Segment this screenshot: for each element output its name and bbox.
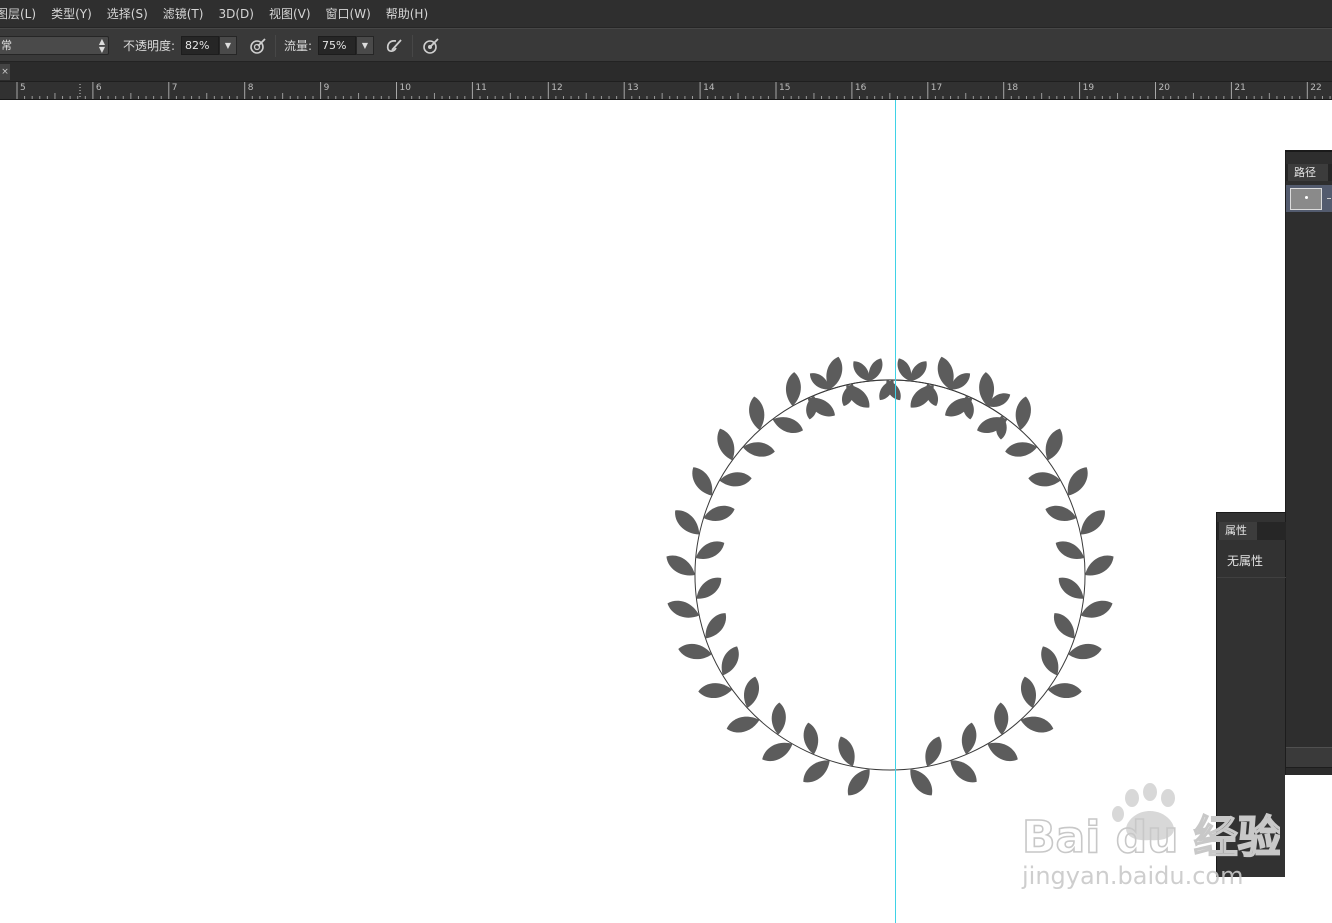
laurel-leaf <box>838 736 855 767</box>
ruler-number: 8 <box>247 83 254 93</box>
paths-panel-header: 路径 <box>1286 164 1332 181</box>
divider <box>275 35 276 57</box>
laurel-leaf <box>705 613 727 639</box>
ruler-number: 10 <box>399 83 411 93</box>
menu-layer[interactable]: 图层(L) <box>0 5 36 22</box>
laurel-leaf <box>1047 683 1082 699</box>
ruler-number: 7 <box>171 83 178 93</box>
horizontal-ruler: 5 6 7 8 9 10 11 12 13 14 15 16 17 18 19 20 21 22 <box>0 82 1332 100</box>
ruler-number: 11 <box>475 83 487 93</box>
path-thumbnail <box>1290 188 1322 210</box>
laurel-leaf <box>719 472 752 487</box>
laurel-leaf <box>847 768 870 796</box>
laurel-leaf <box>717 428 735 461</box>
laurel-leaf <box>1085 555 1114 576</box>
laurel-leaf <box>703 505 735 521</box>
ruler-number: 19 <box>1082 83 1095 93</box>
wreath-stem-right <box>798 379 1086 771</box>
chevron-down-icon: ▼ <box>361 41 369 50</box>
tab-paths[interactable]: 路径 <box>1288 164 1328 181</box>
flow-value: 75% <box>322 39 347 52</box>
ruler-number: 20 <box>1158 83 1170 93</box>
ruler-number: 16 <box>854 83 867 93</box>
path-row-selected[interactable] <box>1286 185 1332 212</box>
ruler-number: 13 <box>627 83 639 93</box>
menu-view[interactable]: 视图(V) <box>269 5 311 22</box>
menu-3d[interactable]: 3D(D) <box>218 7 253 21</box>
laurel-leaf <box>1053 613 1075 639</box>
airbrush-icon[interactable] <box>385 37 403 55</box>
laurel-leaf <box>786 372 801 407</box>
close-icon[interactable]: × <box>0 64 10 80</box>
opacity-value: 82% <box>185 39 210 52</box>
blend-mode-value: 常 <box>1 39 12 52</box>
watermark-url: jingyan.baidu.com <box>1022 862 1244 890</box>
pressure-size-icon[interactable] <box>422 37 440 55</box>
ruler-number: 12 <box>551 83 563 93</box>
laurel-leaf <box>666 555 695 576</box>
menu-window[interactable]: 窗口(W) <box>326 5 371 22</box>
ruler-ticks <box>16 82 1331 99</box>
laurel-leaf <box>994 702 1009 735</box>
pressure-opacity-icon[interactable] <box>249 37 267 55</box>
wreath-stem-left <box>694 379 1003 771</box>
paths-panel: 路径 <box>1285 150 1332 775</box>
laurel-wreath-artwork <box>666 356 1114 796</box>
opacity-dropdown-button[interactable]: ▼ <box>219 36 237 55</box>
document-canvas[interactable] <box>0 100 1332 923</box>
laurel-leaf <box>910 768 933 796</box>
ruler-number: 6 <box>95 83 102 93</box>
laurel-leaf <box>692 467 713 496</box>
tab-properties[interactable]: 属性 <box>1219 522 1257 540</box>
options-bar: 常 ▲ ▼ 不透明度: 82% ▼ 流量: 75% ▼ <box>0 28 1332 62</box>
menu-type[interactable]: 类型(Y) <box>51 5 92 22</box>
flow-input[interactable]: 75% <box>318 36 356 55</box>
select-arrows-icon: ▲ ▼ <box>98 37 105 54</box>
laurel-leaf <box>1045 428 1063 461</box>
vertical-guide[interactable] <box>895 100 896 923</box>
flow-label: 流量: <box>284 39 313 53</box>
ruler-number: 5 <box>20 83 26 93</box>
ruler-number: 18 <box>1006 83 1019 93</box>
laurel-leaf <box>1067 467 1088 496</box>
menu-filter[interactable]: 滤镜(T) <box>163 5 204 22</box>
document-tab-strip: × <box>0 62 1332 82</box>
laurel-leaf <box>772 417 803 433</box>
divider <box>1217 577 1286 578</box>
laurel-leaf <box>1045 505 1077 521</box>
blend-mode-select[interactable]: 常 ▲ ▼ <box>0 36 109 55</box>
laurel-leaf <box>803 760 830 783</box>
opacity-input[interactable]: 82% <box>181 36 219 55</box>
flow-dropdown-button[interactable]: ▼ <box>356 36 374 55</box>
laurel-leaf <box>698 683 733 699</box>
path-name-truncated <box>1327 198 1331 199</box>
divider <box>412 35 413 57</box>
chevron-down-icon: ▼ <box>224 41 232 50</box>
opacity-label: 不透明度: <box>123 39 176 53</box>
laurel-leaf <box>987 742 1018 762</box>
laurel-leaf <box>762 742 793 762</box>
laurel-leaf <box>950 760 977 783</box>
ruler-number: 14 <box>703 83 715 93</box>
no-properties-text: 无属性 <box>1227 554 1264 568</box>
ruler-number: 17 <box>930 83 943 93</box>
ruler-number: 9 <box>323 83 330 93</box>
laurel-leaf <box>771 702 786 735</box>
laurel-leaf <box>721 646 739 676</box>
menu-help[interactable]: 帮助(H) <box>386 5 428 22</box>
ruler-number: 22 <box>1310 83 1322 93</box>
ruler-number: 15 <box>779 83 791 93</box>
menu-bar: 图层(L) 类型(Y) 选择(S) 滤镜(T) 3D(D) 视图(V) 窗口(W… <box>0 0 1332 28</box>
menu-select[interactable]: 选择(S) <box>107 5 148 22</box>
paths-panel-bottom-edge <box>1286 767 1332 775</box>
properties-panel-header: 属性 <box>1217 522 1286 540</box>
laurel-leaf <box>925 736 942 767</box>
ruler-number: 21 <box>1234 83 1246 93</box>
laurel-leaf <box>1041 646 1059 676</box>
properties-panel: 属性 无属性 <box>1216 512 1286 877</box>
